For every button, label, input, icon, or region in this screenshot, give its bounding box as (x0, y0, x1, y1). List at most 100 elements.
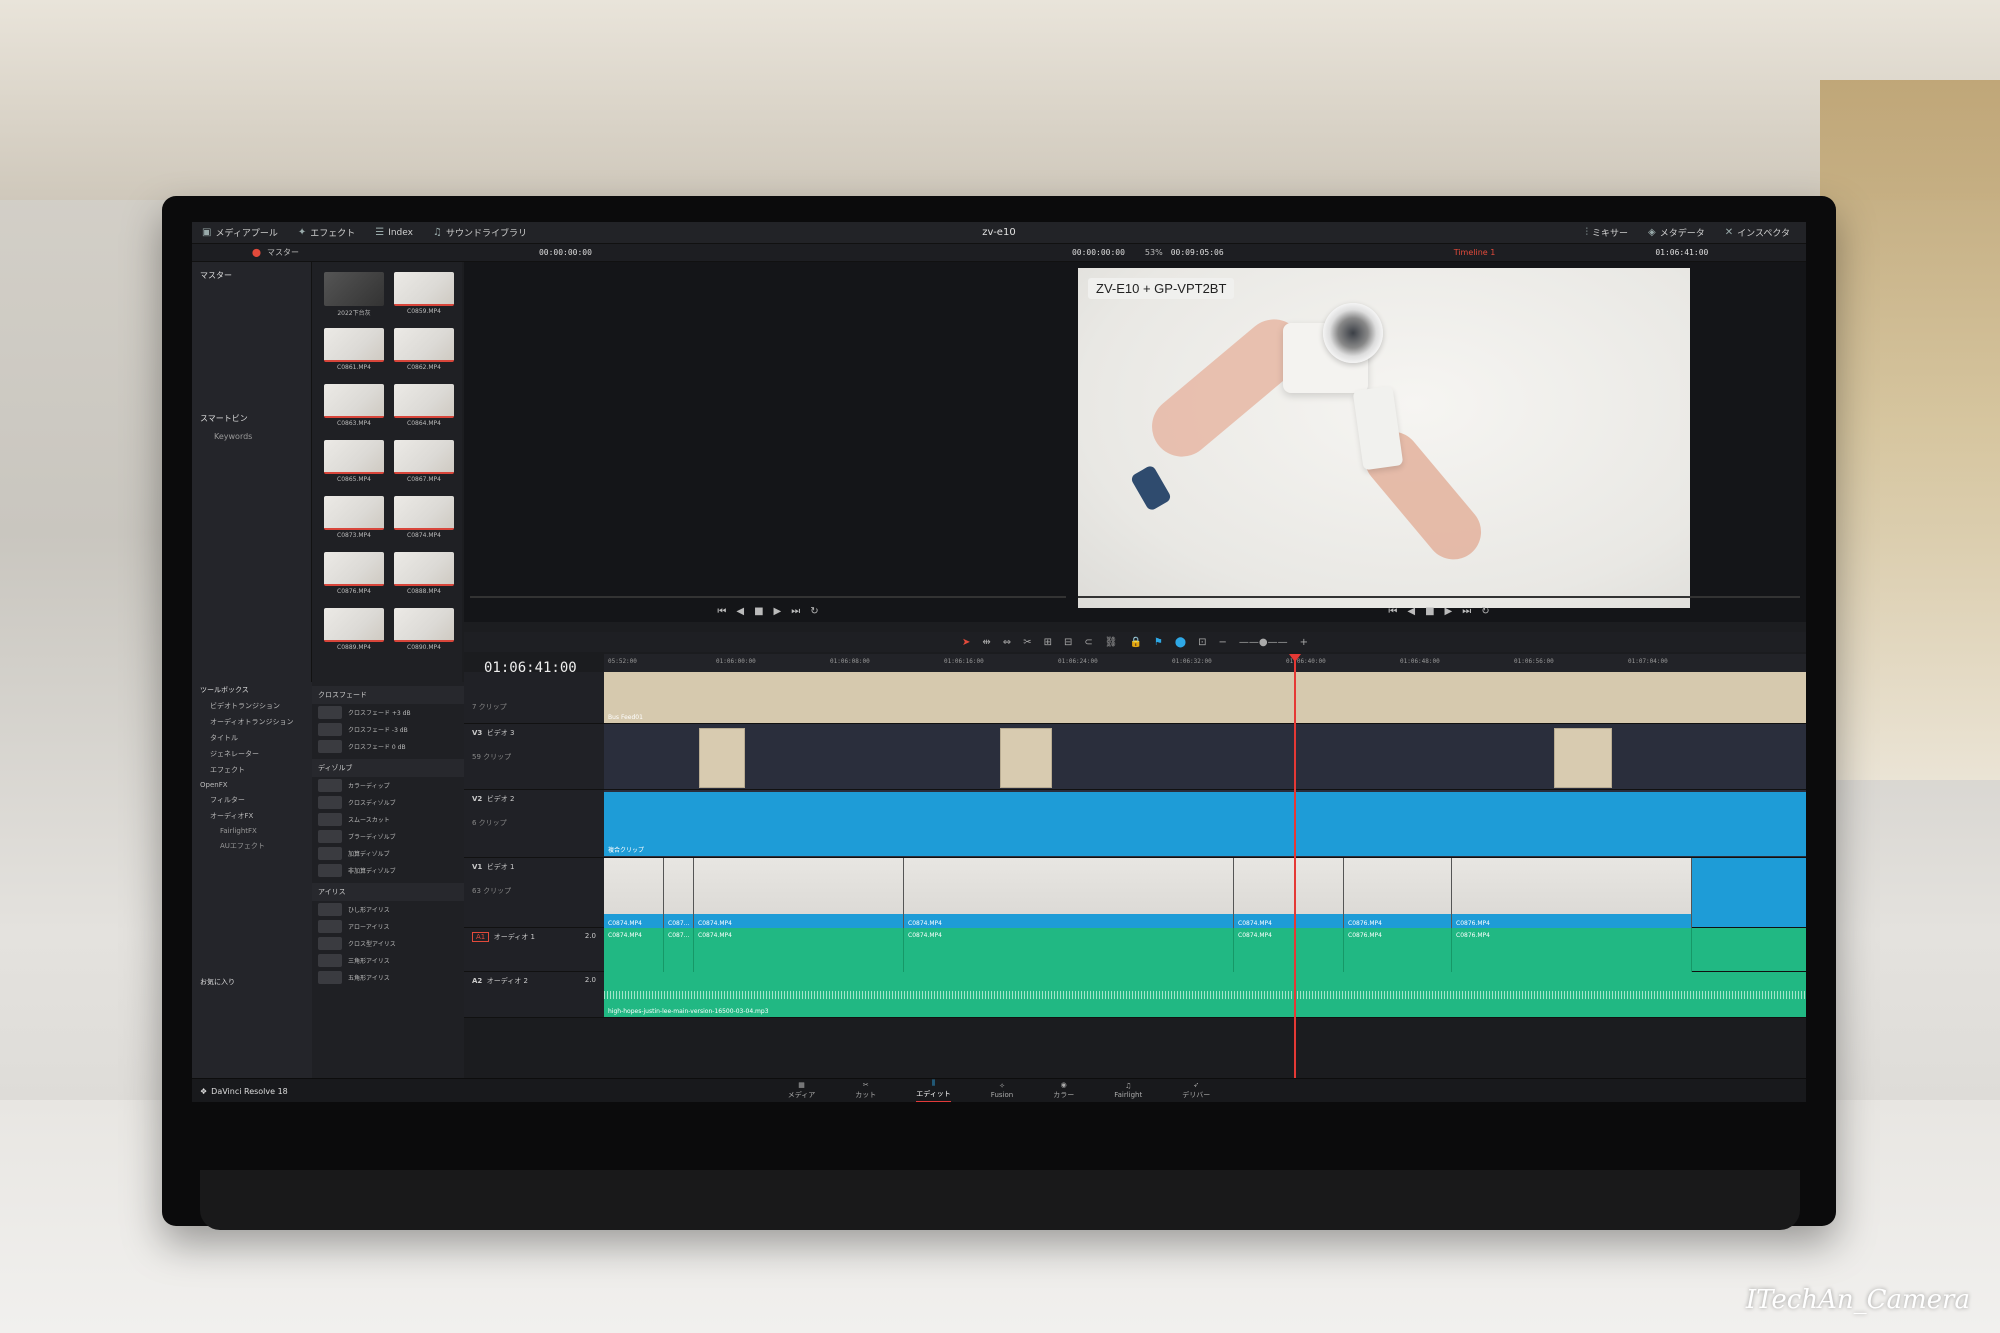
skip-start-icon[interactable]: ⏮ (717, 606, 726, 617)
effect-item[interactable]: クロスフェード 0 dB (312, 738, 464, 755)
track-a2[interactable]: high-hopes-justin-lee-main-version-16500… (604, 972, 1806, 1018)
tree-audio-fx[interactable]: オーディオFX (192, 808, 312, 824)
tree-au-effects[interactable]: AUエフェクト (192, 838, 312, 854)
media-clip[interactable]: C0874.MP4 (394, 496, 454, 540)
compound-clip[interactable]: 複合クリップ (604, 792, 1806, 856)
page-fusion[interactable]: ✧ Fusion (991, 1082, 1013, 1099)
zoom-fit-icon[interactable]: ⊡ (1198, 637, 1206, 648)
timeline-clip[interactable]: C0874.MP4 (694, 858, 904, 928)
flag-icon[interactable]: ⚑ (1154, 637, 1163, 648)
track-v2[interactable]: 複合クリップ (604, 790, 1806, 858)
snap-icon[interactable]: ⊂ (1084, 637, 1092, 648)
skip-end-icon[interactable]: ⏭ (1462, 606, 1471, 617)
lock-icon[interactable]: 🔒 (1129, 637, 1141, 648)
timeline-clip[interactable]: C0876.MP4 (1452, 858, 1692, 928)
audio-clip[interactable]: C0874.MP4 (694, 928, 904, 972)
playhead[interactable] (1289, 654, 1301, 1082)
selection-tool-icon[interactable]: ➤ (962, 637, 970, 648)
media-clip[interactable]: C0863.MP4 (324, 384, 384, 428)
track-v3[interactable] (604, 724, 1806, 790)
link-icon[interactable]: ⛓ (1105, 637, 1118, 648)
audio-clip[interactable]: C0874.MP4 (1234, 928, 1344, 972)
media-clip[interactable]: C0861.MP4 (324, 328, 384, 372)
group-dissolve[interactable]: ディゾルブ (312, 759, 464, 777)
tree-fairlight-fx[interactable]: FairlightFX (192, 824, 312, 838)
timeline-clip[interactable] (1000, 728, 1052, 788)
skip-start-icon[interactable]: ⏮ (1388, 606, 1397, 617)
timeline-viewer[interactable]: ZV-E10 + GP-VPT2BT ⏮ ◀ ■ ▶ ⏭ ↻ (1072, 262, 1806, 622)
zoom-in-icon[interactable]: + (1300, 637, 1308, 648)
favorites[interactable]: お気に入り (192, 974, 312, 990)
bin-master[interactable]: マスター (192, 266, 311, 285)
trim-tool-icon[interactable]: ⇹ (982, 637, 990, 648)
reverse-icon[interactable]: ◀ (1407, 606, 1415, 617)
media-clip[interactable]: C0864.MP4 (394, 384, 454, 428)
timeline-clip[interactable]: C0874.MP4 (1234, 858, 1344, 928)
reverse-icon[interactable]: ◀ (736, 606, 744, 617)
page-color[interactable]: ◉ カラー (1053, 1081, 1074, 1100)
loop-icon[interactable]: ↻ (1481, 606, 1489, 617)
skip-end-icon[interactable]: ⏭ (791, 606, 800, 617)
media-clip[interactable]: C0867.MP4 (394, 440, 454, 484)
effect-item[interactable]: ひし形アイリス (312, 901, 464, 918)
timeline-ruler[interactable]: 05:52:00 01:06:00:00 01:06:08:00 01:06:1… (604, 654, 1806, 672)
effect-item[interactable]: ブラーディゾルブ (312, 828, 464, 845)
media-clip[interactable]: C0862.MP4 (394, 328, 454, 372)
media-clip[interactable]: 2022下台灰 (324, 272, 384, 317)
timeline-clip[interactable]: C087... (664, 858, 694, 928)
page-edit[interactable]: ⫼ エディット (916, 1079, 951, 1102)
media-clip[interactable]: C0890.MP4 (394, 608, 454, 652)
media-pool-button[interactable]: ▣ メディアプール (192, 226, 288, 239)
effect-item[interactable]: 非加算ディゾルブ (312, 862, 464, 879)
effect-item[interactable]: クロスディゾルブ (312, 794, 464, 811)
track-a1[interactable]: C0874.MP4 C087... C0874.MP4 C0874.MP4 C0… (604, 928, 1806, 972)
zoom-slider[interactable]: ——●—— (1239, 637, 1288, 648)
sound-library-button[interactable]: ♫ サウンドライブラリ (423, 226, 537, 239)
timeline-clip[interactable]: C0876.MP4 (1344, 858, 1452, 928)
track-v1[interactable]: C0874.MP4 C087... C0874.MP4 C0874.MP4 C0… (604, 858, 1806, 928)
effects-button[interactable]: ✦ エフェクト (288, 226, 365, 239)
effect-item[interactable]: アローアイリス (312, 918, 464, 935)
page-cut[interactable]: ✂ カット (855, 1081, 876, 1100)
stop-icon[interactable]: ■ (1425, 606, 1434, 617)
tree-audio-transitions[interactable]: オーディオトランジション (192, 714, 312, 730)
track-v4[interactable]: Bus Feed01 (604, 672, 1806, 724)
group-crossfade[interactable]: クロスフェード (312, 686, 464, 704)
tree-effects[interactable]: エフェクト (192, 762, 312, 778)
smart-bins[interactable]: スマートビン (192, 409, 311, 428)
tree-video-transitions[interactable]: ビデオトランジション (192, 698, 312, 714)
zoom-out-icon[interactable]: − (1218, 637, 1226, 648)
metadata-button[interactable]: ◈ メタデータ (1638, 226, 1715, 239)
timeline-clip[interactable] (699, 728, 745, 788)
audio-clip[interactable]: C087... (664, 928, 694, 972)
effect-item[interactable]: カラーディップ (312, 777, 464, 794)
zoom-level[interactable]: 53% (1145, 248, 1163, 257)
media-clip[interactable]: C0876.MP4 (324, 552, 384, 596)
source-scrubber[interactable] (470, 596, 1066, 598)
audio-clip[interactable]: C0876.MP4 (1452, 928, 1692, 972)
inspector-button[interactable]: ✕ インスペクタ (1715, 226, 1800, 239)
tree-filters[interactable]: フィルター (192, 792, 312, 808)
marker-icon[interactable]: ⬤ (1175, 637, 1186, 648)
insert-icon[interactable]: ⊞ (1044, 637, 1052, 648)
audio-clip[interactable]: C0874.MP4 (604, 928, 664, 972)
blade-tool-icon[interactable]: ✂ (1023, 637, 1031, 648)
audio-clip[interactable]: C0874.MP4 (904, 928, 1234, 972)
play-icon[interactable]: ▶ (1445, 606, 1453, 617)
play-icon[interactable]: ▶ (774, 606, 782, 617)
timeline-scrubber[interactable] (1078, 596, 1800, 598)
stop-icon[interactable]: ■ (754, 606, 763, 617)
media-clip[interactable]: C0865.MP4 (324, 440, 384, 484)
page-deliver[interactable]: ➶ デリバー (1182, 1081, 1210, 1100)
effect-item[interactable]: クロスフェード +3 dB (312, 704, 464, 721)
effect-item[interactable]: スムースカット (312, 811, 464, 828)
audio-clip[interactable]: C0876.MP4 (1344, 928, 1452, 972)
tree-openfx[interactable]: OpenFX (192, 778, 312, 792)
media-clip[interactable]: C0888.MP4 (394, 552, 454, 596)
timeline-clip[interactable]: C0874.MP4 (604, 858, 664, 928)
timeline-name[interactable]: Timeline 1 (1454, 248, 1496, 257)
effect-item[interactable]: 加算ディゾルブ (312, 845, 464, 862)
effect-item[interactable]: クロスフェード -3 dB (312, 721, 464, 738)
group-iris[interactable]: アイリス (312, 883, 464, 901)
mixer-button[interactable]: ⫶ ミキサー (1576, 226, 1639, 239)
